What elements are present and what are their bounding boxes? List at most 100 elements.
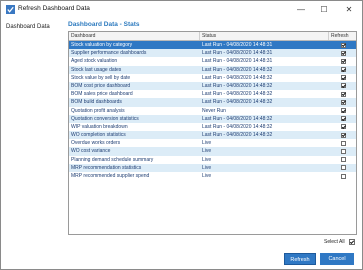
dashboard-name-cell: Supplier performance dashboards: [71, 50, 147, 57]
status-cell: Last Run - 04/08/2020 14:48:31: [202, 50, 273, 57]
refresh-cell: [329, 147, 356, 155]
dashboard-name-cell: BOM build dashboards: [71, 99, 122, 106]
status-cell: Last Run - 04/08/2020 14:48:32: [202, 99, 273, 106]
dashboard-name-cell: Quotation profit analysis: [71, 107, 125, 114]
grid-header: Dashboard Status Refresh: [69, 32, 356, 41]
cancel-button[interactable]: Cancel: [320, 253, 354, 265]
refresh-cell: [329, 41, 356, 49]
sidebar-item-dashboard-data[interactable]: Dashboard Data: [6, 24, 50, 30]
refresh-checkbox[interactable]: [341, 173, 346, 179]
table-row[interactable]: MRP recommended supplier spend Live: [69, 172, 356, 180]
refresh-cell: [329, 57, 356, 65]
refresh-checkbox[interactable]: [341, 42, 346, 48]
column-header-refresh[interactable]: Refresh: [329, 32, 356, 40]
refresh-button[interactable]: Refresh: [284, 253, 316, 265]
column-header-status[interactable]: Status: [200, 32, 329, 40]
dashboard-name-cell: BOM sales price dashboard: [71, 91, 133, 98]
status-cell: Live: [202, 164, 212, 171]
refresh-checkbox[interactable]: [341, 165, 346, 171]
dashboard-name-cell: Planning demand schedule summary: [71, 156, 154, 163]
refresh-cell: [329, 115, 356, 123]
refresh-cell: [329, 172, 356, 180]
refresh-checkbox[interactable]: [341, 132, 346, 138]
dashboard-name-cell: WIP valuation breakdown: [71, 123, 128, 130]
status-cell: Last Run - 04/08/2020 14:48:32: [202, 132, 273, 139]
sidebar: Dashboard Data: [1, 19, 61, 249]
minimize-button[interactable]: —: [290, 1, 312, 19]
table-row[interactable]: BOM build dashboards Last Run - 04/08/202…: [69, 98, 356, 107]
dashboard-name-cell: BOM cost price dashboard: [71, 82, 131, 89]
refresh-checkbox[interactable]: [341, 83, 346, 89]
dashboard-name-cell: WO cost variance: [71, 148, 111, 155]
grid-rows: Stock valuation by category Last Run - 04…: [69, 41, 356, 180]
table-row[interactable]: WIP valuation breakdown Last Run - 04/08/…: [69, 123, 356, 131]
table-row[interactable]: Aged stock valuation Last Run - 04/08/202…: [69, 57, 356, 65]
table-row[interactable]: WO cost variance Live: [69, 147, 356, 156]
table-row[interactable]: BOM sales price dashboard Last Run - 04/0…: [69, 90, 356, 98]
table-row[interactable]: BOM cost price dashboard Last Run - 04/08…: [69, 81, 356, 91]
select-all-checkbox[interactable]: [349, 239, 355, 245]
window-title: Refresh Dashboard Data: [18, 5, 90, 12]
status-cell: Live: [202, 140, 212, 147]
status-cell: Live: [202, 156, 212, 163]
status-cell: Live: [202, 148, 212, 155]
table-row[interactable]: Stock value by sell by date Last Run - 04…: [69, 74, 356, 82]
table-row[interactable]: MRP recommendation statistics Live: [69, 163, 356, 172]
column-header-dashboard[interactable]: Dashboard: [69, 32, 200, 40]
dashboard-name-cell: MRP recommendation statistics: [71, 164, 142, 171]
maximize-button[interactable]: ☐: [313, 1, 335, 19]
status-cell: Last Run - 04/08/2020 14:48:32: [202, 91, 273, 98]
refresh-checkbox[interactable]: [341, 50, 346, 56]
status-cell: Never Run: [202, 107, 226, 114]
status-cell: Last Run - 04/08/2020 14:48:32: [202, 123, 273, 130]
select-all-label: Select All: [324, 239, 345, 245]
refresh-checkbox[interactable]: [341, 58, 346, 64]
table-row[interactable]: Quotation conversion statistics Last Run …: [69, 114, 356, 123]
refresh-cell: [329, 98, 356, 106]
refresh-checkbox[interactable]: [341, 157, 346, 163]
close-button[interactable]: ✕: [338, 1, 360, 19]
app-checkmark-icon: [6, 5, 15, 14]
status-cell: Last Run - 04/08/2020 14:48:31: [202, 58, 273, 65]
status-cell: Live: [202, 173, 212, 179]
table-row[interactable]: WO completion statistics Last Run - 04/08…: [69, 131, 356, 140]
refresh-cell: [329, 66, 356, 74]
refresh-cell: [329, 164, 356, 172]
table-row[interactable]: Stock valuation by category Last Run - 04…: [69, 41, 356, 50]
refresh-cell: [329, 82, 356, 90]
table-row[interactable]: Overdue works orders Live: [69, 139, 356, 147]
refresh-checkbox[interactable]: [341, 99, 346, 105]
table-row[interactable]: Supplier performance dashboards Last Run …: [69, 49, 356, 58]
dashboard-name-cell: Quotation conversion statistics: [71, 115, 139, 122]
refresh-cell: [329, 156, 356, 164]
refresh-cell: [329, 90, 356, 98]
refresh-cell: [329, 49, 356, 57]
dashboard-name-cell: Stock last usage dates: [71, 66, 122, 73]
section-title: Dashboard Data - Stats: [68, 21, 140, 28]
dashboard-grid: Dashboard Status Refresh Stock valuation…: [68, 31, 357, 235]
refresh-cell: [329, 131, 356, 139]
refresh-checkbox[interactable]: [341, 148, 346, 154]
refresh-checkbox[interactable]: [341, 91, 346, 97]
dashboard-name-cell: Aged stock valuation: [71, 58, 118, 65]
status-cell: Last Run - 04/08/2020 14:48:31: [202, 42, 273, 48]
refresh-checkbox[interactable]: [341, 108, 346, 113]
status-cell: Last Run - 04/08/2020 14:48:32: [202, 74, 273, 81]
refresh-checkbox[interactable]: [341, 140, 346, 146]
refresh-cell: [329, 123, 356, 131]
dashboard-name-cell: Stock value by sell by date: [71, 74, 131, 81]
refresh-checkbox[interactable]: [341, 75, 346, 81]
status-cell: Last Run - 04/08/2020 14:48:32: [202, 66, 273, 73]
table-row[interactable]: Quotation profit analysis Never Run: [69, 107, 356, 115]
dashboard-name-cell: Stock valuation by category: [71, 42, 133, 48]
refresh-cell: [329, 139, 356, 147]
dashboard-name-cell: Overdue works orders: [71, 140, 121, 147]
refresh-dashboard-window: Refresh Dashboard Data — ☐ ✕ Dashboard D…: [0, 0, 363, 270]
status-cell: Last Run - 04/08/2020 14:48:32: [202, 115, 273, 122]
table-row[interactable]: Planning demand schedule summary Live: [69, 156, 356, 164]
refresh-checkbox[interactable]: [341, 116, 346, 122]
table-row[interactable]: Stock last usage dates Last Run - 04/08/2…: [69, 65, 356, 74]
refresh-checkbox[interactable]: [341, 124, 346, 130]
refresh-checkbox[interactable]: [341, 67, 346, 73]
refresh-cell: [329, 107, 356, 115]
